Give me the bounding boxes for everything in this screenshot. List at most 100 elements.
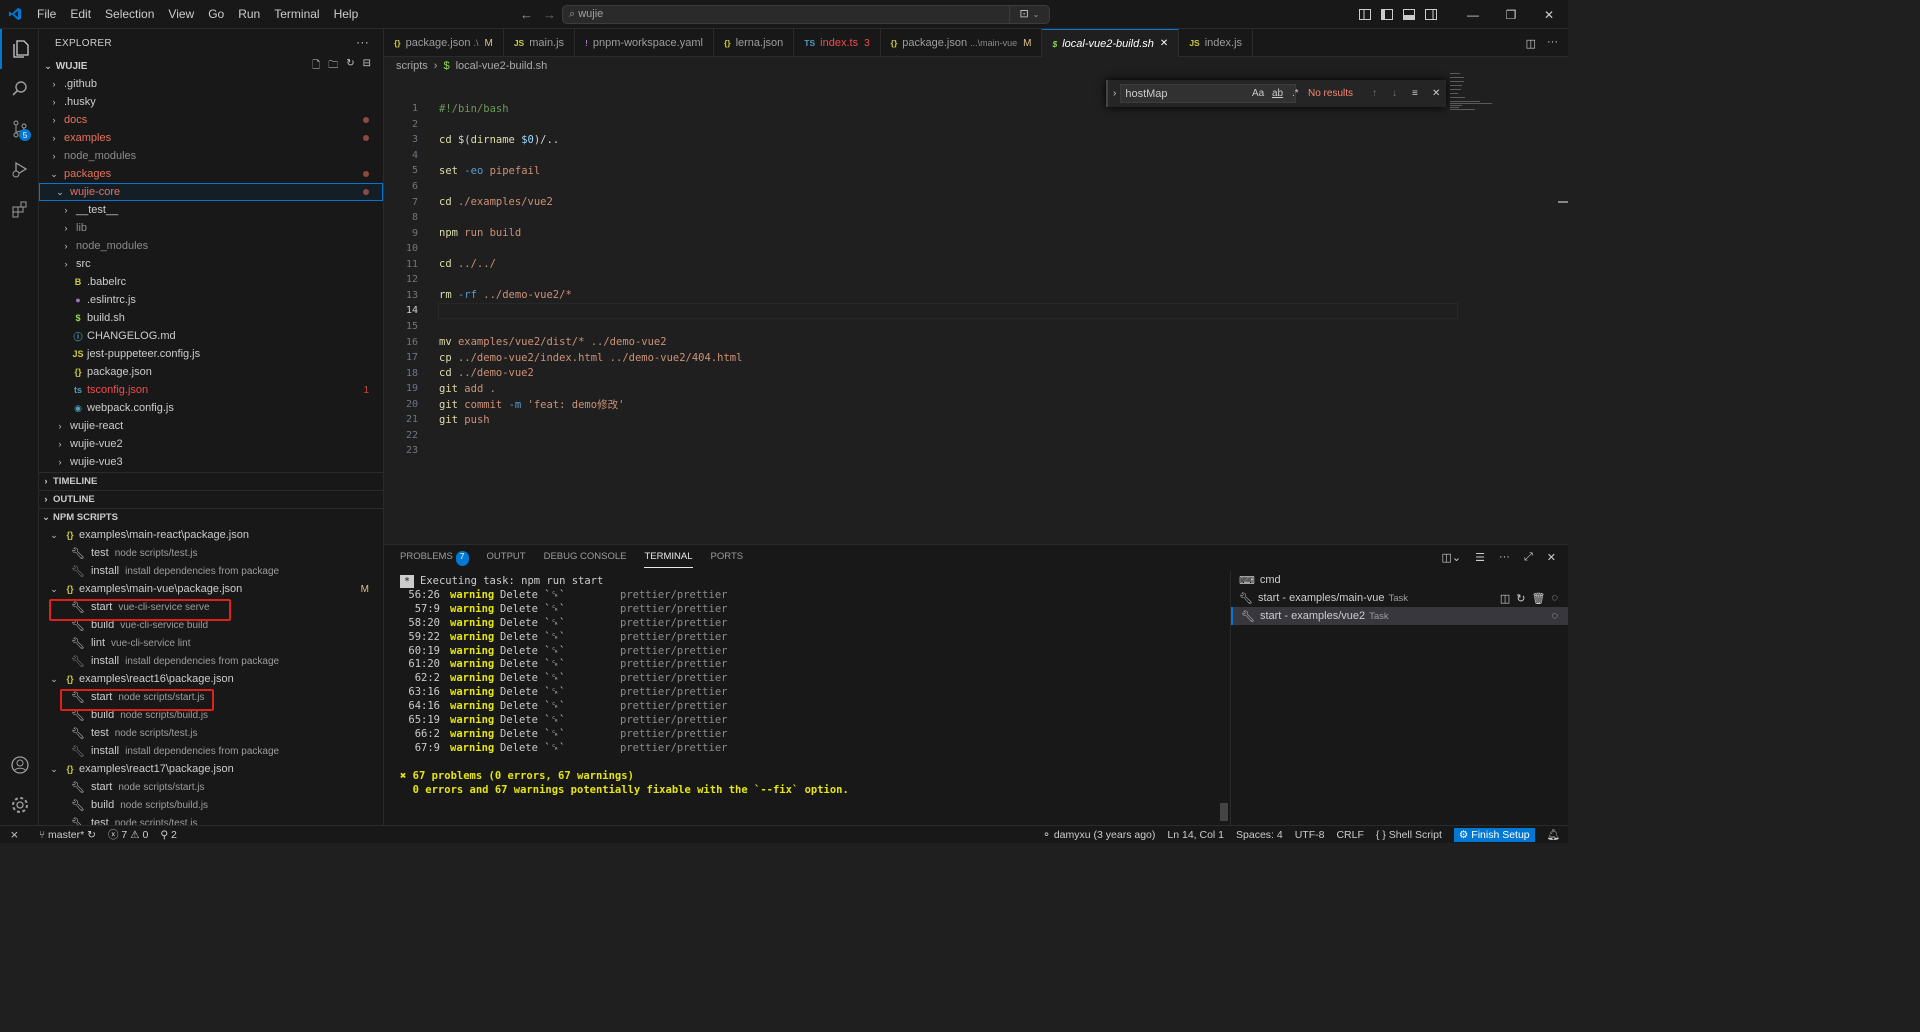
collapse-all-icon[interactable]: ⊟ <box>363 58 371 75</box>
toggle-panel-icon[interactable] <box>1398 0 1420 29</box>
npm-package[interactable]: ⌄ {} examples\react17\package.json <box>39 760 383 778</box>
npm-script-test[interactable]: 🔧︎ test node scripts/test.js <box>39 814 383 825</box>
breadcrumb-file[interactable]: local-vue2-build.sh <box>456 60 548 72</box>
panel-tab-ports[interactable]: PORTS <box>711 551 744 568</box>
ports-item[interactable]: ⚲ 2 <box>160 829 176 841</box>
editor-tab[interactable]: TS index.ts 3 <box>794 29 881 57</box>
npm-script-install[interactable]: 🔧︎ install install dependencies from packa… <box>39 562 383 580</box>
copilot-button[interactable]: ⊡ ⌄ <box>1009 6 1049 23</box>
editor-tab[interactable]: $ local-vue2-build.sh ✕ <box>1042 29 1180 57</box>
terminal-instance[interactable]: 🔧︎ start - examples/main-vue Task ◫ ↻ 🗑︎ ◌ <box>1231 589 1568 607</box>
menu-item-view[interactable]: View <box>161 0 201 29</box>
tree-item[interactable]: ⓘ CHANGELOG.md <box>39 327 383 345</box>
tree-item[interactable]: › wujie-vue2 <box>39 435 383 453</box>
toggle-replace-icon[interactable]: › <box>1113 88 1116 99</box>
explorer-icon[interactable] <box>0 29 39 69</box>
search-icon[interactable] <box>0 69 39 109</box>
menu-item-help[interactable]: Help <box>327 0 366 29</box>
remote-icon[interactable]: ⨯ <box>10 829 19 841</box>
find-in-selection-icon[interactable]: ≡ <box>1412 88 1418 99</box>
npm-package[interactable]: ⌄ {} examples\react16\package.json <box>39 670 383 688</box>
terminal-instance[interactable]: ⌨ cmd <box>1231 571 1568 589</box>
editor-tab[interactable]: {} package.json .\ M <box>384 29 504 57</box>
panel-tab-debug-console[interactable]: DEBUG CONSOLE <box>544 551 627 568</box>
menu-item-terminal[interactable]: Terminal <box>267 0 326 29</box>
npm-script-test[interactable]: 🔧︎ test node scripts/test.js <box>39 544 383 562</box>
close-find-icon[interactable]: ✕ <box>1432 88 1440 99</box>
next-match-icon[interactable]: ↓ <box>1392 88 1397 99</box>
menu-item-edit[interactable]: Edit <box>63 0 98 29</box>
timeline-section[interactable]: › TIMELINE <box>39 472 383 490</box>
close-window-icon[interactable]: ✕ <box>1530 0 1568 29</box>
extensions-icon[interactable] <box>0 189 39 229</box>
close-panel-icon[interactable]: ✕ <box>1547 551 1556 564</box>
tree-item[interactable]: › .github <box>39 75 383 93</box>
terminal-output[interactable]: * Executing task: npm run start 56:26 warn… <box>400 573 1220 797</box>
find-input[interactable] <box>1120 84 1297 103</box>
tree-item[interactable]: › wujie-vue3 <box>39 453 383 471</box>
previous-match-icon[interactable]: ↑ <box>1372 88 1377 99</box>
terminal-list-icon[interactable]: ☰ <box>1475 551 1485 564</box>
restart-icon[interactable]: ↻ <box>1516 592 1525 605</box>
indentation[interactable]: Spaces: 4 <box>1236 829 1283 841</box>
tree-item[interactable]: › __test__ <box>39 201 383 219</box>
new-file-icon[interactable]: 🗋 <box>312 58 320 75</box>
menu-item-go[interactable]: Go <box>201 0 231 29</box>
toggle-secondary-sidebar-icon[interactable] <box>1420 0 1442 29</box>
editor-tab[interactable]: JS index.js <box>1179 29 1254 57</box>
trash-icon[interactable]: 🗑︎ <box>1531 592 1545 605</box>
tree-item[interactable]: B .babelrc <box>39 273 383 291</box>
forward-arrow-icon[interactable]: → <box>543 7 556 22</box>
tree-item[interactable]: › docs <box>39 111 383 129</box>
tree-item[interactable]: JS jest-puppeteer.config.js <box>39 345 383 363</box>
finish-setup-button[interactable]: ⚙ Finish Setup <box>1453 827 1535 842</box>
tree-item[interactable]: ⌄ wujie-core <box>39 183 383 201</box>
npm-package[interactable]: ⌄ {} examples\main-react\package.json <box>39 526 383 544</box>
npm-scripts-section[interactable]: ⌄ NPM SCRIPTS <box>39 508 383 526</box>
terminal-scrollbar[interactable] <box>1220 573 1228 823</box>
problems-item[interactable]: ⓧ 7 ⚠ 0 <box>108 827 148 842</box>
close-tab-icon[interactable]: ✕ <box>1160 38 1168 49</box>
npm-script-lint[interactable]: 🔧︎ lint vue-cli-service lint <box>39 634 383 652</box>
tree-item[interactable]: $ build.sh <box>39 309 383 327</box>
menu-item-run[interactable]: Run <box>231 0 267 29</box>
npm-script-install[interactable]: 🔧︎ install install dependencies from packa… <box>39 742 383 760</box>
tree-item[interactable]: ts tsconfig.json 1 <box>39 381 383 399</box>
tree-item[interactable]: ● .eslintrc.js <box>39 291 383 309</box>
toggle-sidebar-icon[interactable] <box>1376 0 1398 29</box>
breadcrumb-folder[interactable]: scripts <box>396 60 428 72</box>
customize-layout-icon[interactable] <box>1354 0 1376 29</box>
npm-script-build[interactable]: 🔧︎ build node scripts/build.js <box>39 796 383 814</box>
editor-tab[interactable]: {} package.json ...\main-vue M <box>881 29 1043 57</box>
panel-tab-output[interactable]: OUTPUT <box>487 551 526 568</box>
match-word-icon[interactable]: ab <box>1272 88 1283 99</box>
account-icon[interactable] <box>0 745 39 785</box>
npm-script-start[interactable]: 🔧︎ start node scripts/start.js <box>39 778 383 796</box>
npm-script-test[interactable]: 🔧︎ test node scripts/test.js <box>39 724 383 742</box>
line-ending[interactable]: CRLF <box>1336 829 1363 841</box>
panel-tab-terminal[interactable]: TERMINAL <box>644 551 693 568</box>
more-actions-icon[interactable]: ··· <box>1499 551 1510 564</box>
panel-tab-problems[interactable]: PROBLEMS 7 <box>400 551 469 568</box>
split-editor-icon[interactable]: ◫ <box>1526 37 1536 50</box>
git-blame-item[interactable]: ⚬ damyxu (3 years ago) <box>1042 829 1155 841</box>
tree-item[interactable]: › node_modules <box>39 237 383 255</box>
npm-script-install[interactable]: 🔧︎ install install dependencies from packa… <box>39 652 383 670</box>
tree-item[interactable]: › src <box>39 255 383 273</box>
settings-gear-icon[interactable] <box>0 785 39 825</box>
match-case-icon[interactable]: Aa <box>1252 88 1264 99</box>
branch-item[interactable]: ⑂ master* ↻ <box>39 829 96 841</box>
outline-section[interactable]: › OUTLINE <box>39 490 383 508</box>
new-terminal-icon[interactable]: ◫⌄ <box>1441 551 1461 564</box>
tree-item[interactable]: › lib <box>39 219 383 237</box>
run-debug-icon[interactable] <box>0 149 39 189</box>
language-mode[interactable]: { } Shell Script <box>1376 829 1442 841</box>
tree-item[interactable]: › examples <box>39 129 383 147</box>
maximize-panel-icon[interactable]: ⤢ <box>1524 551 1533 564</box>
command-center-search[interactable]: ⌕ wujie ⊡ ⌄ <box>562 5 1050 24</box>
more-actions-icon[interactable]: ··· <box>356 35 369 49</box>
regex-icon[interactable]: .* <box>1292 88 1299 99</box>
minimap[interactable] <box>1450 73 1510 113</box>
encoding[interactable]: UTF-8 <box>1295 829 1325 841</box>
new-folder-icon[interactable]: 🗀 <box>328 58 338 75</box>
